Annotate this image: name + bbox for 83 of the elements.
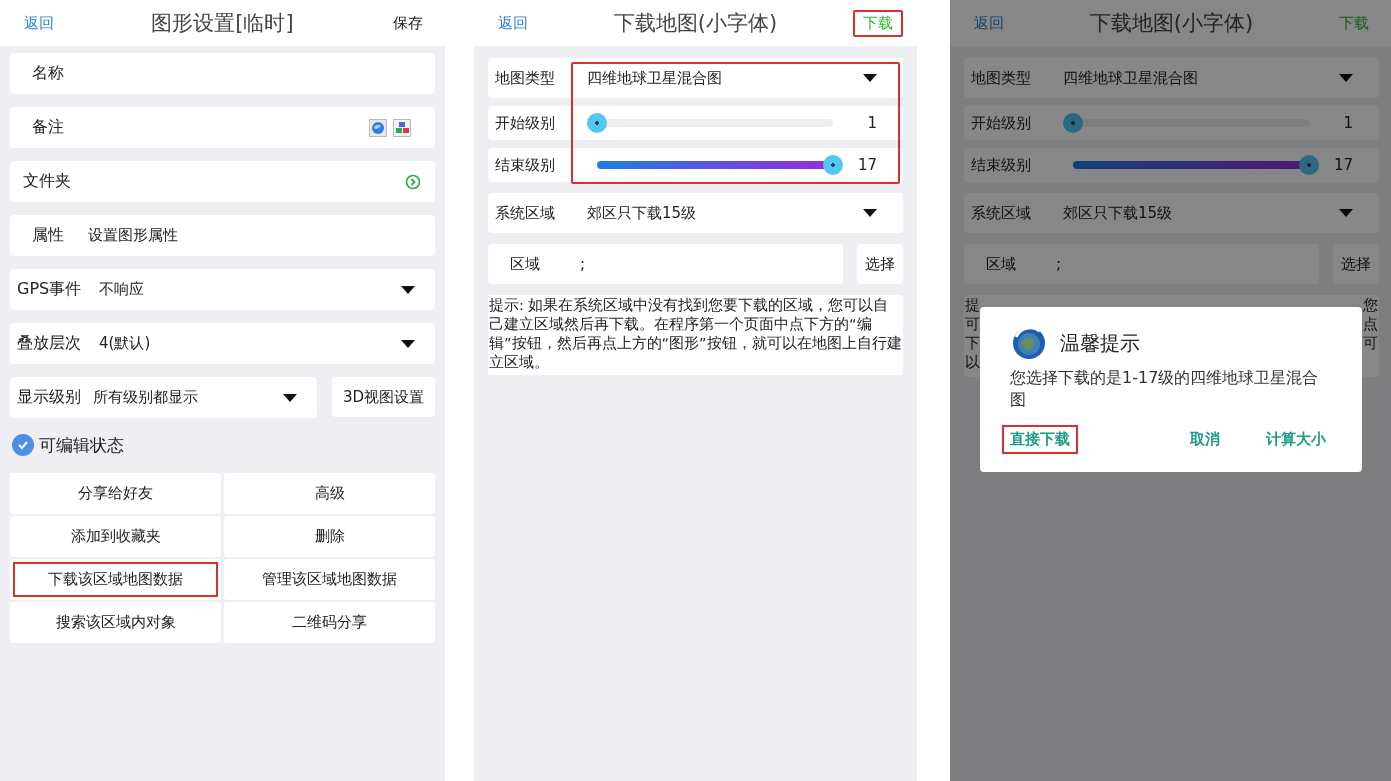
dropdown-arrow-icon (283, 393, 297, 402)
slider-thumb[interactable] (823, 155, 843, 175)
field-value: 郊区只下载15级 (1063, 203, 1173, 223)
hint-text-fragment: 您 (1363, 296, 1378, 315)
field-value: 四维地球卫星混合图 (587, 68, 722, 88)
screen-title: 下载地图(小字体) (613, 10, 778, 37)
field-value: ; (1056, 255, 1062, 273)
screen-title: 下载地图(小字体) (1089, 10, 1254, 37)
field-label: 系统区域 (971, 203, 1032, 223)
select-button[interactable]: 选择 (1333, 244, 1379, 284)
checkbox[interactable] (12, 434, 34, 456)
dropdown-field[interactable]: 系统区域 郊区只下载15级 (488, 193, 903, 233)
action-button[interactable]: 添加到收藏夹 (10, 516, 221, 557)
dialog-button[interactable]: 取消 (1182, 425, 1228, 454)
field-value: 所有级别都显示 (93, 388, 198, 407)
field-label: 叠放层次 (17, 333, 81, 354)
field-label: 系统区域 (495, 203, 556, 223)
hint-text-fragment: 提 (965, 296, 980, 315)
globe-icon[interactable] (369, 118, 387, 137)
dialog-message: 您选择下载的是1-17级的四维地球卫星混合图 (1010, 367, 1320, 411)
dropdown-field[interactable]: 显示级别 所有级别都显示 (10, 377, 317, 418)
slider-label: 开始级别 (495, 113, 556, 133)
3d-view-settings-button[interactable]: 3D视图设置 (332, 377, 435, 417)
slider-reading: 17 (857, 156, 877, 174)
field-label: 地图类型 (495, 68, 556, 88)
dropdown-arrow-icon (863, 74, 877, 82)
action-button[interactable]: 删除 (224, 516, 435, 557)
globe-logo-icon (1010, 325, 1048, 361)
field-label: 属性 (32, 225, 64, 246)
field-label: 区域 (510, 254, 541, 274)
hint-text-fragment: 以 (965, 353, 980, 372)
action-button[interactable]: 下载该区域地图数据 (10, 559, 221, 600)
screen-title: 图形设置[临时] (151, 10, 294, 37)
slider-thumb[interactable] (587, 113, 607, 133)
dropdown-field[interactable]: 地图类型 四维地球卫星混合图 (488, 58, 903, 98)
hint-text: 提示: 如果在系统区域中没有找到您要下载的区域，您可以自己建立区域然后再下载。在程序第一个页面中点下方的“编辑”按钮，然后再点上方的“图形”按钮，就可以在地图上自行建立区域。 (488, 295, 903, 375)
dropdown-arrow-icon (401, 285, 415, 294)
field-label: 备注 (32, 117, 64, 138)
slider-label: 结束级别 (495, 155, 556, 175)
action-button[interactable]: 二维码分享 (224, 602, 435, 643)
slider-thumb[interactable] (1063, 113, 1083, 133)
action-button[interactable]: 分享给好友 (10, 473, 221, 514)
field-label: 显示级别 (17, 387, 81, 408)
field-label: 地图类型 (971, 68, 1032, 88)
hint-text-fragment: 可 (965, 315, 980, 334)
action-button[interactable]: 高级 (224, 473, 435, 514)
dropdown-arrow-icon (1339, 74, 1353, 82)
field-value: 四维地球卫星混合图 (1063, 68, 1198, 88)
field-value: 郊区只下载15级 (587, 203, 697, 223)
field-value: 设置图形属性 (88, 226, 178, 245)
dropdown-arrow-icon (401, 339, 415, 348)
back-link[interactable]: 返回 (14, 9, 64, 37)
field-label: GPS事件 (17, 279, 82, 300)
field-value: ; (580, 255, 586, 273)
slider-reading: 1 (1342, 114, 1353, 132)
slider-reading: 1 (866, 114, 877, 132)
dialog-button[interactable]: 计算大小 (1258, 425, 1334, 454)
dropdown-arrow-icon (1339, 209, 1353, 217)
dropdown-field[interactable]: 系统区域 郊区只下载15级 (964, 193, 1379, 233)
hint-text-fragment: 下 (965, 334, 980, 353)
area-field[interactable]: 区域 ; (488, 244, 843, 284)
select-button[interactable]: 选择 (857, 244, 903, 284)
field-label: 文件夹 (23, 171, 71, 192)
slider-label: 开始级别 (971, 113, 1032, 133)
field-label: 区域 (986, 254, 1017, 274)
area-field[interactable]: 区域 ; (964, 244, 1319, 284)
dropdown-field[interactable]: 地图类型 四维地球卫星混合图 (964, 58, 1379, 98)
hint-text-fragment: 可 (1363, 334, 1378, 353)
field-value: 不响应 (99, 280, 145, 299)
action-button[interactable]: 搜索该区域内对象 (10, 602, 221, 643)
slider-label: 结束级别 (971, 155, 1032, 175)
back-link[interactable]: 返回 (488, 9, 538, 37)
field-label: 名称 (32, 63, 64, 84)
dropdown-arrow-icon (863, 209, 877, 217)
shapes-icon[interactable] (393, 118, 411, 137)
hint-text-fragment: 点 (1363, 315, 1378, 334)
chevron-circle-icon[interactable] (405, 173, 421, 190)
slider-thumb[interactable] (1299, 155, 1319, 175)
field-value: 4(默认) (99, 334, 151, 353)
dialog-title: 温馨提示 (1060, 329, 1140, 357)
checkbox-label: 可编辑状态 (39, 433, 124, 457)
slider-reading: 17 (1333, 156, 1353, 174)
action-button[interactable]: 管理该区域地图数据 (224, 559, 435, 600)
